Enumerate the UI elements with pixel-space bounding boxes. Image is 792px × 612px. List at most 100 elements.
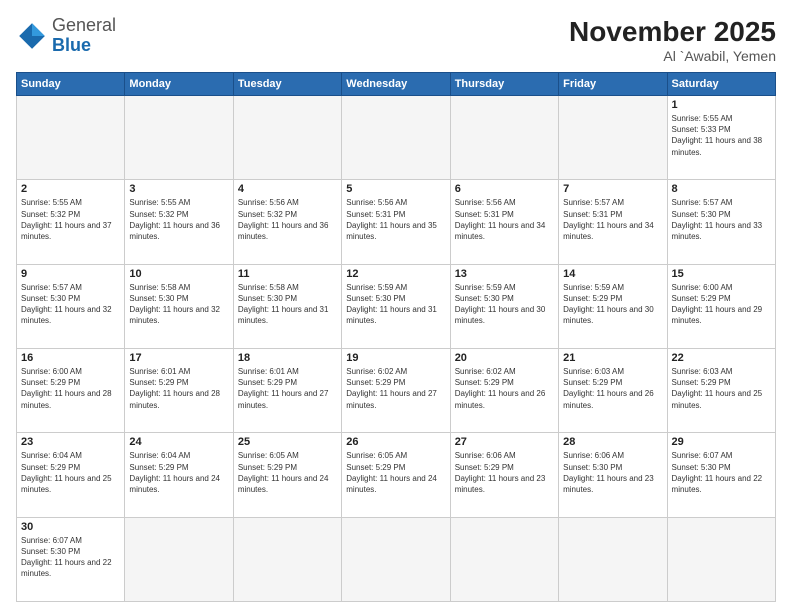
day-number-28: 28	[563, 436, 662, 448]
day-number-10: 10	[129, 268, 228, 280]
day-number-2: 2	[21, 183, 120, 195]
logo-general-text: General	[52, 15, 116, 35]
logo-blue-text: Blue	[52, 35, 91, 55]
day-info-15: Sunrise: 6:00 AMSunset: 5:29 PMDaylight:…	[672, 282, 771, 327]
day-cell-4: 4 Sunrise: 5:56 AMSunset: 5:32 PMDayligh…	[233, 180, 341, 264]
day-number-3: 3	[129, 183, 228, 195]
day-cell-3: 3 Sunrise: 5:55 AMSunset: 5:32 PMDayligh…	[125, 180, 233, 264]
day-number-29: 29	[672, 436, 771, 448]
day-info-28: Sunrise: 6:06 AMSunset: 5:30 PMDaylight:…	[563, 450, 662, 495]
day-number-6: 6	[455, 183, 554, 195]
day-cell-16: 16 Sunrise: 6:00 AMSunset: 5:29 PMDaylig…	[17, 348, 125, 432]
empty-cell	[450, 96, 558, 180]
day-number-25: 25	[238, 436, 337, 448]
empty-cell	[667, 517, 775, 601]
day-cell-1: 1 Sunrise: 5:55 AMSunset: 5:33 PMDayligh…	[667, 96, 775, 180]
day-cell-15: 15 Sunrise: 6:00 AMSunset: 5:29 PMDaylig…	[667, 264, 775, 348]
day-info-9: Sunrise: 5:57 AMSunset: 5:30 PMDaylight:…	[21, 282, 120, 327]
empty-cell	[17, 96, 125, 180]
logo-text: General Blue	[52, 16, 116, 56]
day-number-4: 4	[238, 183, 337, 195]
day-cell-14: 14 Sunrise: 5:59 AMSunset: 5:29 PMDaylig…	[559, 264, 667, 348]
empty-cell	[559, 96, 667, 180]
day-number-24: 24	[129, 436, 228, 448]
day-cell-27: 27 Sunrise: 6:06 AMSunset: 5:29 PMDaylig…	[450, 433, 558, 517]
weekday-header-row: Sunday Monday Tuesday Wednesday Thursday…	[17, 73, 776, 96]
header-thursday: Thursday	[450, 73, 558, 96]
day-cell-7: 7 Sunrise: 5:57 AMSunset: 5:31 PMDayligh…	[559, 180, 667, 264]
day-info-21: Sunrise: 6:03 AMSunset: 5:29 PMDaylight:…	[563, 366, 662, 411]
empty-cell	[450, 517, 558, 601]
day-number-9: 9	[21, 268, 120, 280]
day-info-30: Sunrise: 6:07 AMSunset: 5:30 PMDaylight:…	[21, 535, 120, 580]
month-title: November 2025	[569, 16, 776, 48]
header-tuesday: Tuesday	[233, 73, 341, 96]
day-number-26: 26	[346, 436, 445, 448]
calendar-row-5: 23 Sunrise: 6:04 AMSunset: 5:29 PMDaylig…	[17, 433, 776, 517]
day-info-12: Sunrise: 5:59 AMSunset: 5:30 PMDaylight:…	[346, 282, 445, 327]
day-cell-22: 22 Sunrise: 6:03 AMSunset: 5:29 PMDaylig…	[667, 348, 775, 432]
day-cell-18: 18 Sunrise: 6:01 AMSunset: 5:29 PMDaylig…	[233, 348, 341, 432]
day-number-22: 22	[672, 352, 771, 364]
day-cell-28: 28 Sunrise: 6:06 AMSunset: 5:30 PMDaylig…	[559, 433, 667, 517]
day-number-13: 13	[455, 268, 554, 280]
day-info-27: Sunrise: 6:06 AMSunset: 5:29 PMDaylight:…	[455, 450, 554, 495]
calendar-row-4: 16 Sunrise: 6:00 AMSunset: 5:29 PMDaylig…	[17, 348, 776, 432]
day-cell-30: 30 Sunrise: 6:07 AMSunset: 5:30 PMDaylig…	[17, 517, 125, 601]
day-cell-29: 29 Sunrise: 6:07 AMSunset: 5:30 PMDaylig…	[667, 433, 775, 517]
day-number-5: 5	[346, 183, 445, 195]
day-cell-13: 13 Sunrise: 5:59 AMSunset: 5:30 PMDaylig…	[450, 264, 558, 348]
day-info-14: Sunrise: 5:59 AMSunset: 5:29 PMDaylight:…	[563, 282, 662, 327]
logo: General Blue	[16, 16, 116, 56]
empty-cell	[233, 96, 341, 180]
location: Al `Awabil, Yemen	[569, 48, 776, 64]
day-cell-8: 8 Sunrise: 5:57 AMSunset: 5:30 PMDayligh…	[667, 180, 775, 264]
day-info-11: Sunrise: 5:58 AMSunset: 5:30 PMDaylight:…	[238, 282, 337, 327]
day-cell-19: 19 Sunrise: 6:02 AMSunset: 5:29 PMDaylig…	[342, 348, 450, 432]
day-info-2: Sunrise: 5:55 AMSunset: 5:32 PMDaylight:…	[21, 197, 120, 242]
day-info-26: Sunrise: 6:05 AMSunset: 5:29 PMDaylight:…	[346, 450, 445, 495]
day-number-19: 19	[346, 352, 445, 364]
day-info-23: Sunrise: 6:04 AMSunset: 5:29 PMDaylight:…	[21, 450, 120, 495]
empty-cell	[342, 96, 450, 180]
day-info-3: Sunrise: 5:55 AMSunset: 5:32 PMDaylight:…	[129, 197, 228, 242]
day-info-8: Sunrise: 5:57 AMSunset: 5:30 PMDaylight:…	[672, 197, 771, 242]
day-number-14: 14	[563, 268, 662, 280]
logo-icon	[16, 20, 48, 52]
calendar-row-1: 1 Sunrise: 5:55 AMSunset: 5:33 PMDayligh…	[17, 96, 776, 180]
day-info-29: Sunrise: 6:07 AMSunset: 5:30 PMDaylight:…	[672, 450, 771, 495]
day-cell-11: 11 Sunrise: 5:58 AMSunset: 5:30 PMDaylig…	[233, 264, 341, 348]
day-info-5: Sunrise: 5:56 AMSunset: 5:31 PMDaylight:…	[346, 197, 445, 242]
day-cell-12: 12 Sunrise: 5:59 AMSunset: 5:30 PMDaylig…	[342, 264, 450, 348]
day-cell-10: 10 Sunrise: 5:58 AMSunset: 5:30 PMDaylig…	[125, 264, 233, 348]
empty-cell	[125, 96, 233, 180]
calendar-row-6: 30 Sunrise: 6:07 AMSunset: 5:30 PMDaylig…	[17, 517, 776, 601]
day-number-8: 8	[672, 183, 771, 195]
day-info-20: Sunrise: 6:02 AMSunset: 5:29 PMDaylight:…	[455, 366, 554, 411]
day-cell-9: 9 Sunrise: 5:57 AMSunset: 5:30 PMDayligh…	[17, 264, 125, 348]
calendar-row-2: 2 Sunrise: 5:55 AMSunset: 5:32 PMDayligh…	[17, 180, 776, 264]
header-saturday: Saturday	[667, 73, 775, 96]
empty-cell	[342, 517, 450, 601]
day-cell-25: 25 Sunrise: 6:05 AMSunset: 5:29 PMDaylig…	[233, 433, 341, 517]
header-wednesday: Wednesday	[342, 73, 450, 96]
day-info-1: Sunrise: 5:55 AMSunset: 5:33 PMDaylight:…	[672, 113, 771, 158]
day-number-20: 20	[455, 352, 554, 364]
day-info-10: Sunrise: 5:58 AMSunset: 5:30 PMDaylight:…	[129, 282, 228, 327]
header-monday: Monday	[125, 73, 233, 96]
day-number-30: 30	[21, 521, 120, 533]
page: General Blue November 2025 Al `Awabil, Y…	[0, 0, 792, 612]
day-info-13: Sunrise: 5:59 AMSunset: 5:30 PMDaylight:…	[455, 282, 554, 327]
day-number-7: 7	[563, 183, 662, 195]
day-number-23: 23	[21, 436, 120, 448]
day-number-12: 12	[346, 268, 445, 280]
day-cell-6: 6 Sunrise: 5:56 AMSunset: 5:31 PMDayligh…	[450, 180, 558, 264]
day-cell-26: 26 Sunrise: 6:05 AMSunset: 5:29 PMDaylig…	[342, 433, 450, 517]
day-info-6: Sunrise: 5:56 AMSunset: 5:31 PMDaylight:…	[455, 197, 554, 242]
day-info-24: Sunrise: 6:04 AMSunset: 5:29 PMDaylight:…	[129, 450, 228, 495]
header-friday: Friday	[559, 73, 667, 96]
day-info-25: Sunrise: 6:05 AMSunset: 5:29 PMDaylight:…	[238, 450, 337, 495]
day-cell-23: 23 Sunrise: 6:04 AMSunset: 5:29 PMDaylig…	[17, 433, 125, 517]
empty-cell	[125, 517, 233, 601]
day-number-18: 18	[238, 352, 337, 364]
